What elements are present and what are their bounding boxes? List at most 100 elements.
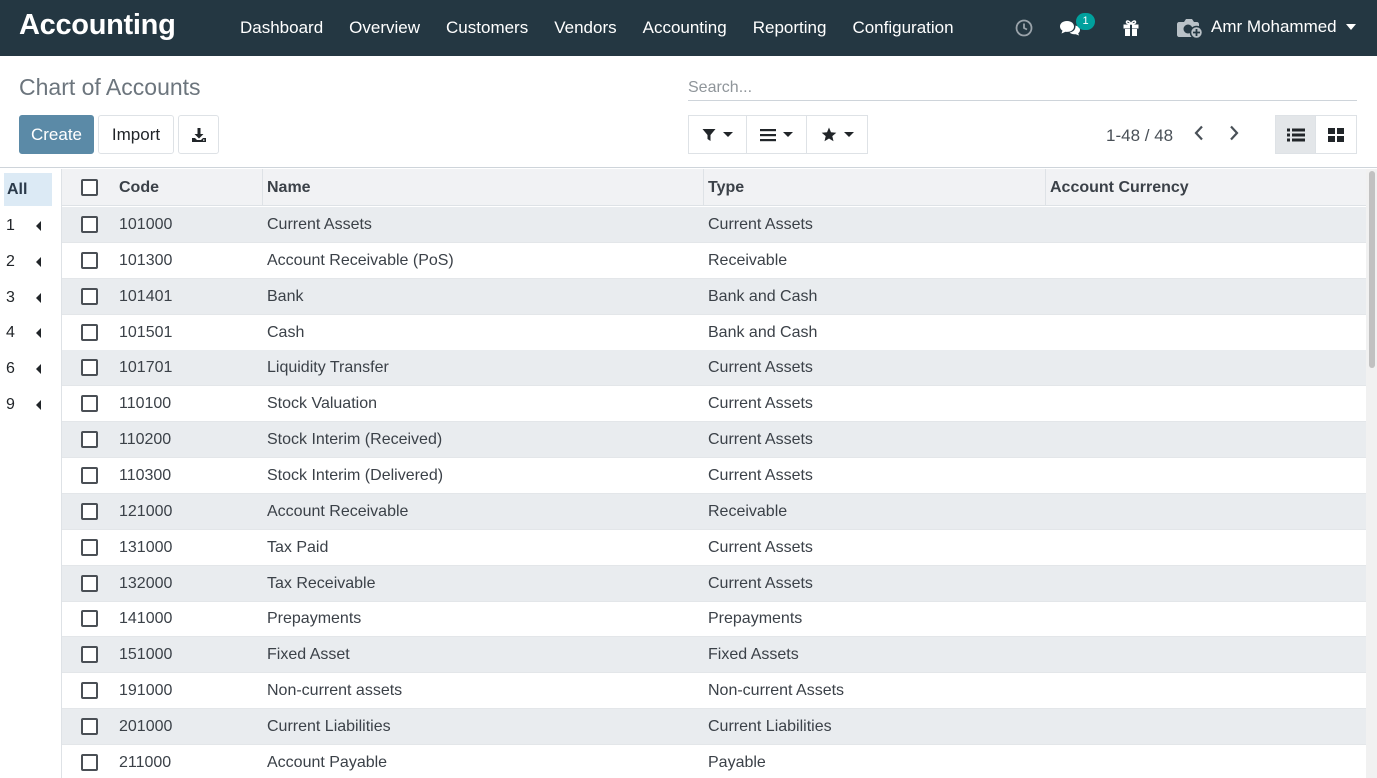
top-navbar: Accounting Dashboard Overview Customers … bbox=[0, 0, 1377, 56]
table-row[interactable]: 101300 Account Receivable (PoS) Receivable bbox=[62, 243, 1366, 279]
search-input[interactable] bbox=[688, 76, 1357, 101]
row-checkbox[interactable] bbox=[81, 359, 98, 377]
table-row[interactable]: 110100 Stock Valuation Current Assets bbox=[62, 386, 1366, 423]
create-button[interactable]: Create bbox=[19, 115, 94, 154]
kanban-view-button[interactable] bbox=[1316, 115, 1357, 154]
table-row[interactable]: 110300 Stock Interim (Delivered) Current A… bbox=[62, 458, 1366, 494]
table-row[interactable]: 131000 Tax Paid Current Assets bbox=[62, 530, 1366, 566]
cell-name: Tax Paid bbox=[267, 538, 329, 556]
side-item-group[interactable]: 6 bbox=[6, 360, 52, 384]
pager-previous[interactable] bbox=[1189, 122, 1209, 144]
menu-vendors[interactable]: Vendors bbox=[541, 18, 629, 38]
side-item-group[interactable]: 4 bbox=[6, 324, 52, 348]
menu-dashboard[interactable]: Dashboard bbox=[227, 18, 336, 38]
row-checkbox[interactable] bbox=[81, 251, 98, 269]
select-all-checkbox[interactable] bbox=[81, 179, 98, 196]
cell-type: Current Assets bbox=[708, 538, 813, 556]
list-view-button[interactable] bbox=[1275, 115, 1316, 154]
cell-type: Non-current Assets bbox=[708, 682, 845, 700]
group-by-dropdown[interactable] bbox=[747, 115, 807, 154]
column-header-account-currency[interactable]: Account Currency bbox=[1050, 169, 1189, 206]
table-row[interactable]: 101401 Bank Bank and Cash bbox=[62, 278, 1366, 315]
gift-button[interactable] bbox=[1120, 0, 1142, 56]
side-item-group[interactable]: 9 bbox=[6, 396, 52, 420]
side-item-label: 2 bbox=[6, 253, 15, 270]
favorites-dropdown[interactable] bbox=[807, 115, 868, 154]
menu-overview[interactable]: Overview bbox=[336, 18, 433, 38]
avatar[interactable] bbox=[1175, 0, 1205, 56]
bars-icon bbox=[760, 128, 776, 141]
row-checkbox[interactable] bbox=[81, 682, 98, 700]
row-checkbox[interactable] bbox=[81, 753, 98, 771]
column-divider[interactable] bbox=[262, 169, 263, 206]
column-header-code[interactable]: Code bbox=[119, 169, 159, 206]
row-checkbox[interactable] bbox=[81, 574, 98, 592]
table-row[interactable]: 121000 Account Receivable Receivable bbox=[62, 493, 1366, 530]
row-checkbox[interactable] bbox=[81, 431, 98, 449]
row-checkbox[interactable] bbox=[81, 502, 98, 520]
column-divider[interactable] bbox=[703, 169, 704, 206]
app-title[interactable]: Accounting bbox=[19, 9, 176, 42]
row-checkbox[interactable] bbox=[81, 646, 98, 664]
side-item-label: 3 bbox=[6, 289, 15, 306]
cell-code: 101701 bbox=[119, 359, 173, 377]
row-checkbox[interactable] bbox=[81, 216, 98, 233]
row-checkbox[interactable] bbox=[81, 323, 98, 341]
side-item-label: 4 bbox=[6, 324, 15, 341]
cell-name: Non-current assets bbox=[267, 682, 403, 700]
user-menu[interactable]: Amr Mohammed bbox=[1211, 17, 1337, 37]
row-checkbox[interactable] bbox=[81, 395, 98, 413]
row-checkbox[interactable] bbox=[81, 466, 98, 484]
cell-type: Receivable bbox=[708, 251, 788, 269]
table-row[interactable]: 101000 Current Assets Current Assets bbox=[62, 207, 1366, 243]
cell-type: Bank and Cash bbox=[708, 323, 818, 341]
caret-left-icon bbox=[36, 221, 41, 231]
side-item-group[interactable]: 1 bbox=[6, 217, 52, 241]
row-checkbox[interactable] bbox=[81, 717, 98, 735]
row-checkbox[interactable] bbox=[81, 287, 98, 305]
cell-name: Account Receivable (PoS) bbox=[267, 251, 454, 269]
column-header-type[interactable]: Type bbox=[708, 169, 744, 206]
table-row[interactable]: 191000 Non-current assets Non-current Asse… bbox=[62, 673, 1366, 710]
side-item-label: 6 bbox=[6, 360, 15, 377]
vertical-scrollbar[interactable] bbox=[1366, 169, 1377, 778]
cell-code: 101401 bbox=[119, 287, 173, 305]
caret-left-icon bbox=[36, 364, 41, 374]
table-row[interactable]: 151000 Fixed Asset Fixed Assets bbox=[62, 637, 1366, 674]
page-title: Chart of Accounts bbox=[19, 74, 201, 100]
table-row[interactable]: 101501 Cash Bank and Cash bbox=[62, 315, 1366, 351]
table-row[interactable]: 201000 Current Liabilities Current Liabili… bbox=[62, 708, 1366, 745]
table-row[interactable]: 211000 Account Payable Payable bbox=[62, 745, 1366, 778]
filters-dropdown[interactable] bbox=[688, 115, 747, 154]
cell-type: Current Assets bbox=[708, 359, 813, 377]
cell-name: Prepayments bbox=[267, 610, 362, 628]
table-row[interactable]: 132000 Tax Receivable Current Assets bbox=[62, 565, 1366, 602]
export-button[interactable] bbox=[178, 115, 219, 154]
menu-accounting[interactable]: Accounting bbox=[630, 18, 740, 38]
messages-button[interactable]: 1 bbox=[1058, 0, 1098, 56]
menu-reporting[interactable]: Reporting bbox=[740, 18, 840, 38]
cell-name: Stock Valuation bbox=[267, 395, 377, 413]
menu-configuration[interactable]: Configuration bbox=[839, 18, 966, 38]
row-checkbox[interactable] bbox=[81, 610, 98, 628]
pager-next[interactable] bbox=[1224, 122, 1244, 144]
cell-code: 101000 bbox=[119, 216, 173, 233]
cell-code: 110300 bbox=[119, 466, 172, 484]
scrollbar-thumb[interactable] bbox=[1369, 171, 1375, 368]
cell-type: Bank and Cash bbox=[708, 287, 818, 305]
table-row[interactable]: 110200 Stock Interim (Received) Current As… bbox=[62, 422, 1366, 459]
side-item-group[interactable]: 2 bbox=[6, 253, 52, 277]
side-item-all[interactable]: All bbox=[4, 173, 52, 206]
caret-left-icon bbox=[36, 328, 41, 338]
pager-value[interactable]: 1-48 / 48 bbox=[1106, 126, 1173, 146]
table-row[interactable]: 141000 Prepayments Prepayments bbox=[62, 601, 1366, 638]
import-button[interactable]: Import bbox=[98, 115, 174, 154]
table-row[interactable]: 101701 Liquidity Transfer Current Assets bbox=[62, 350, 1366, 387]
row-checkbox[interactable] bbox=[81, 538, 98, 556]
side-item-group[interactable]: 3 bbox=[6, 289, 52, 313]
menu-customers[interactable]: Customers bbox=[433, 18, 541, 38]
activities-button[interactable] bbox=[1013, 0, 1035, 56]
column-divider[interactable] bbox=[1045, 169, 1046, 206]
caret-left-icon bbox=[36, 257, 41, 267]
column-header-name[interactable]: Name bbox=[267, 169, 311, 206]
